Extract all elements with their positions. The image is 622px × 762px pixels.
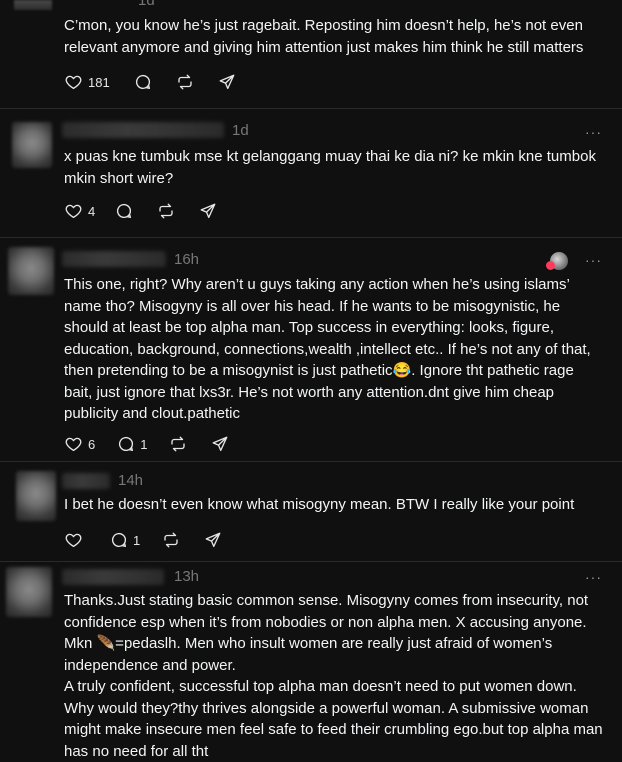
avatar[interactable] [8, 247, 54, 295]
heart-icon [65, 75, 82, 90]
post-0: 1d C’mon, you know he’s just ragebait. R… [0, 0, 622, 109]
heart-icon [65, 204, 82, 219]
reply-button[interactable]: 1 [110, 531, 140, 549]
share-button[interactable] [199, 202, 217, 220]
repost-icon [164, 532, 178, 548]
post-2: 16h ··· This one, right? Why aren’t u gu… [0, 237, 622, 462]
post-text: C’mon, you know he’s just ragebait. Repo… [64, 17, 584, 56]
repost-icon [159, 203, 173, 219]
reply-count: 1 [133, 532, 141, 548]
heart-icon [65, 533, 82, 548]
reply-count: 1 [140, 436, 148, 452]
username[interactable] [62, 569, 164, 585]
repost-button[interactable] [169, 435, 187, 453]
like-count: 6 [88, 436, 96, 452]
share-button[interactable] [204, 531, 222, 549]
avatar[interactable] [12, 122, 52, 168]
like-button[interactable]: 4 [64, 202, 95, 220]
send-icon [200, 203, 216, 219]
post-4: 13h ··· Thanks.Just stating basic common… [0, 561, 622, 761]
post-3: 14h I bet he doesn’t even know what miso… [0, 461, 622, 562]
avatar[interactable] [6, 567, 52, 617]
avatar[interactable] [16, 471, 56, 521]
send-icon [213, 436, 228, 452]
post-1: 1d ··· x puas kne tumbuk mse kt gelangga… [0, 108, 622, 238]
username[interactable] [62, 473, 110, 489]
post-text: This one, right? Why aren’t u guys takin… [64, 276, 591, 422]
username[interactable] [62, 122, 224, 138]
reactors-avatar[interactable] [546, 252, 568, 270]
repost-icon [171, 436, 186, 452]
heart-icon [65, 437, 82, 452]
avatar[interactable] [14, 0, 52, 10]
send-icon [205, 532, 221, 548]
share-button[interactable] [211, 435, 229, 453]
like-button[interactable] [64, 531, 88, 549]
repost-button[interactable] [162, 531, 180, 549]
post-text: Thanks.Just stating basic common sense. … [64, 592, 603, 760]
post-text: I bet he doesn’t even know what misogyny… [64, 496, 575, 513]
post-time: 13h [174, 568, 200, 585]
like-count: 4 [88, 203, 96, 219]
more-options-button[interactable]: ··· [585, 252, 602, 268]
username[interactable] [62, 251, 166, 267]
comment-icon [135, 74, 150, 90]
share-button[interactable] [218, 73, 236, 91]
send-icon [219, 74, 235, 90]
repost-button[interactable] [157, 202, 175, 220]
reply-button[interactable] [134, 73, 152, 91]
comment-icon [117, 203, 132, 219]
reply-button[interactable]: 1 [117, 435, 147, 453]
like-button[interactable]: 181 [64, 73, 110, 91]
post-time: 16h [174, 251, 200, 268]
post-text: x puas kne tumbuk mse kt gelanggang muay… [64, 148, 596, 187]
reply-button[interactable] [115, 202, 133, 220]
comment-icon [111, 532, 127, 548]
more-options-button[interactable]: ··· [585, 124, 602, 140]
post-time: 1d [138, 0, 155, 9]
post-time: 1d [232, 122, 249, 139]
like-button[interactable]: 6 [64, 435, 95, 453]
repost-button[interactable] [176, 73, 194, 91]
post-time: 14h [118, 472, 144, 489]
comment-icon [119, 436, 134, 452]
more-options-button[interactable]: ··· [585, 569, 602, 585]
like-count: 181 [88, 74, 110, 90]
repost-icon [178, 74, 192, 90]
